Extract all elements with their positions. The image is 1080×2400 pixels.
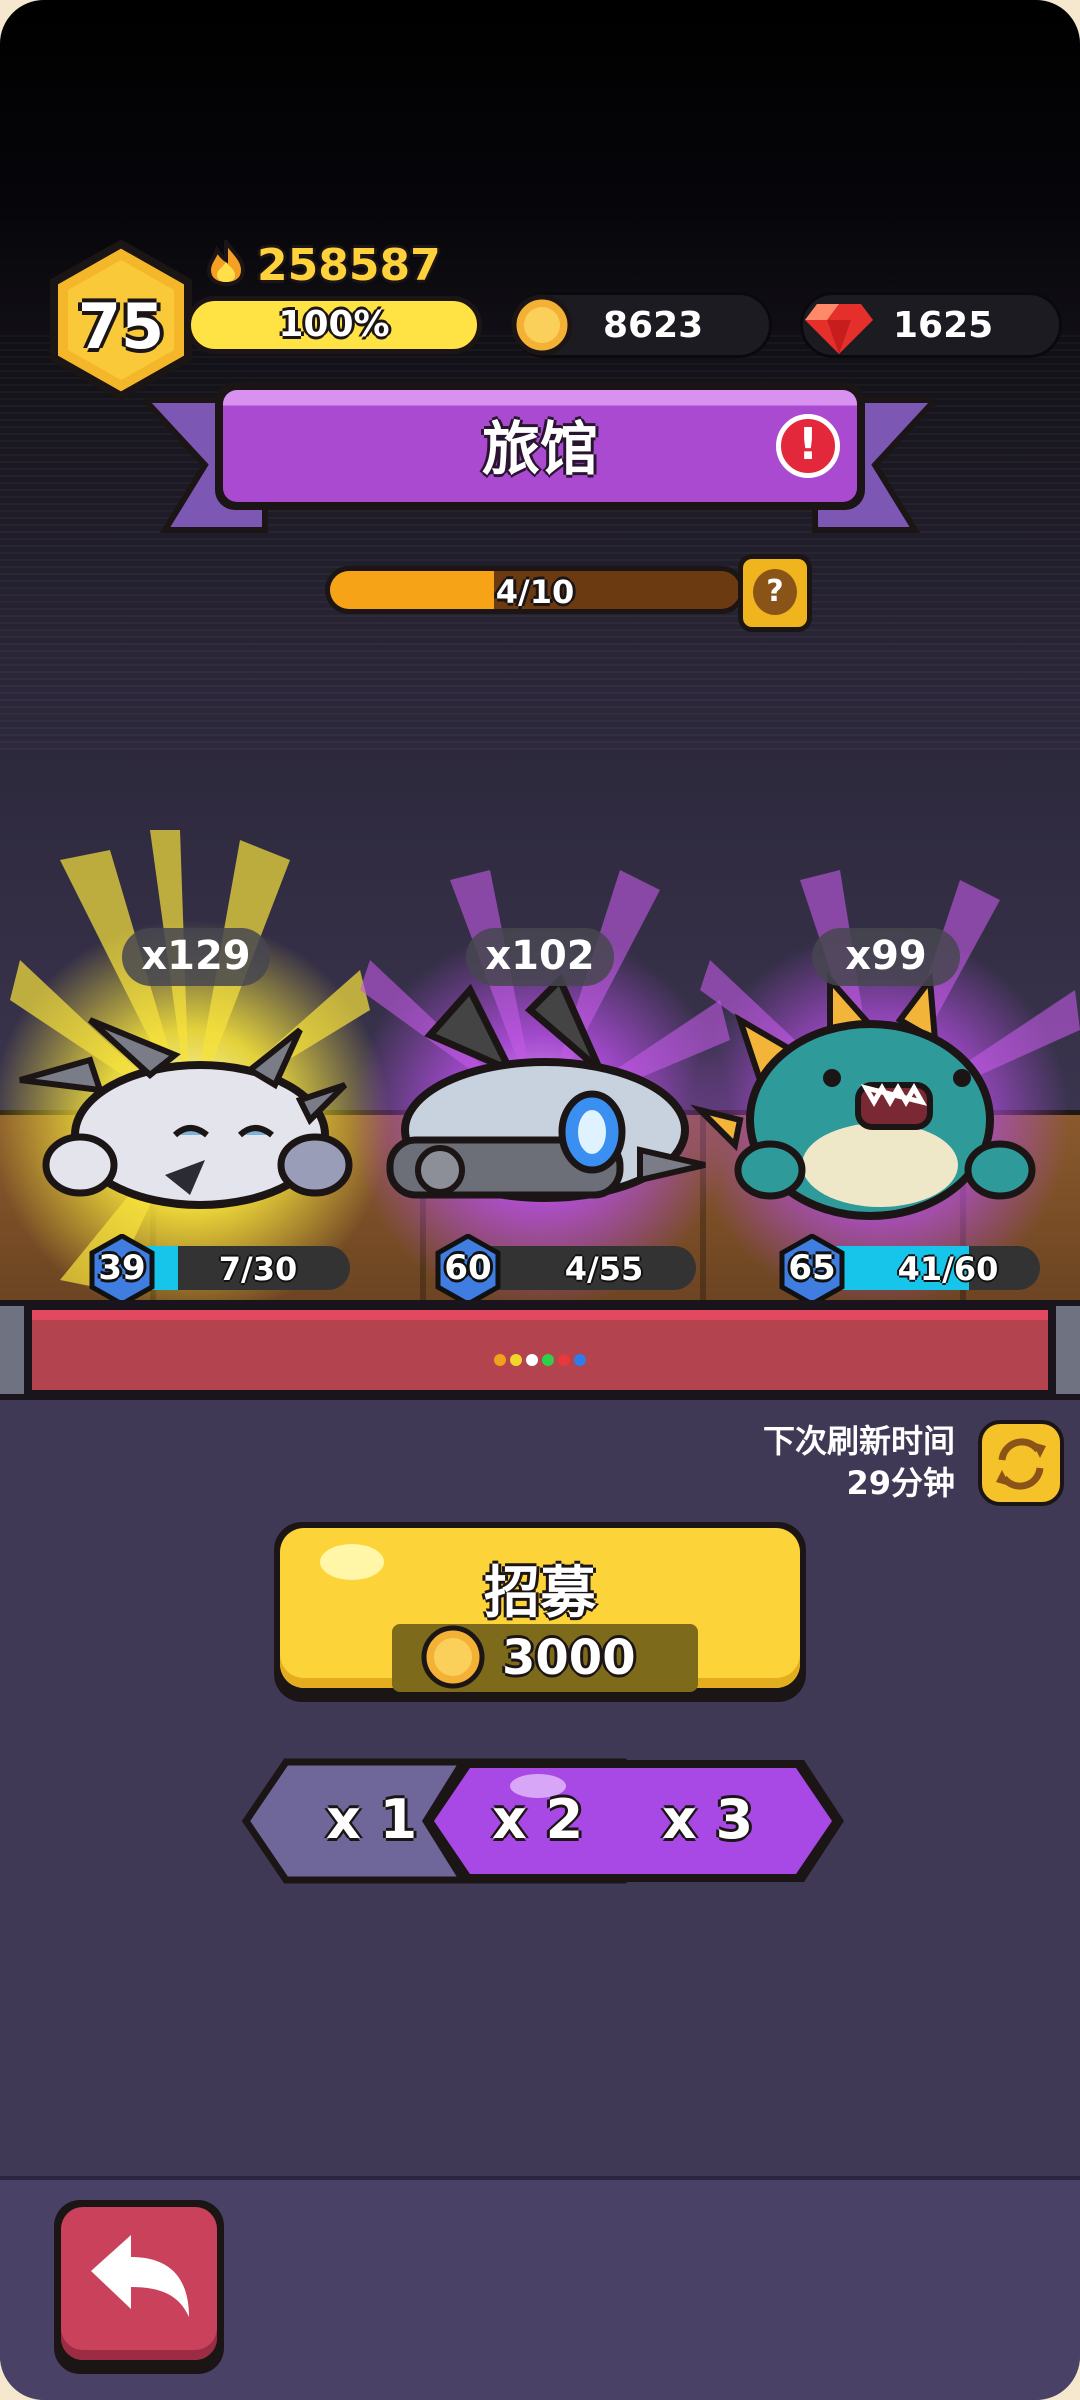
flame-icon: [206, 240, 246, 286]
refresh-label: 下次刷新时间: [762, 1422, 955, 1460]
hero-3-progress: 41/60: [897, 1250, 999, 1288]
game-screen: x129 x102 x99 7/30 39 4/55 60 41/60 65 7…: [0, 0, 1080, 2400]
refresh-icon: [996, 1438, 1046, 1490]
hero-1-level: 39: [98, 1248, 146, 1288]
coin-icon: [421, 1625, 485, 1689]
recruit-cost-value: 3000: [502, 1630, 636, 1686]
page-title: 旅馆: [481, 415, 598, 483]
gem-counter[interactable]: 1625: [800, 292, 1062, 358]
inn-progress-bar: 4/10: [325, 566, 745, 614]
gold-counter[interactable]: 8623: [511, 292, 772, 358]
coin-icon: [511, 294, 573, 356]
hero-3-level-chip: 41/60 65: [776, 1234, 1046, 1306]
refresh-button[interactable]: [978, 1420, 1064, 1506]
stage-counter: [0, 1300, 1080, 1400]
hero-1-progress: 7/30: [218, 1250, 298, 1288]
hero-2-level: 60: [444, 1248, 492, 1288]
hero-3-count: x99: [812, 928, 960, 986]
recruit-cost: 3000: [392, 1624, 698, 1692]
hero-3-level: 65: [788, 1248, 836, 1288]
refresh-time: 29分钟: [846, 1464, 955, 1502]
hero-2-progress: 4/55: [564, 1250, 644, 1288]
hero-1-count: x129: [122, 928, 270, 986]
xp-percent: 100%: [278, 304, 390, 345]
hero-2-level-chip: 4/55 60: [432, 1234, 702, 1306]
help-button[interactable]: ?: [738, 554, 812, 632]
power-value: 258587: [257, 240, 441, 291]
recruit-button[interactable]: 招募 3000: [274, 1522, 806, 1702]
xp-bar: 100%: [186, 296, 482, 354]
multiplier-x1[interactable]: x 1: [326, 1788, 417, 1851]
recruit-label: 招募: [484, 1561, 596, 1626]
gem-icon: [805, 304, 873, 354]
multiplier-x2[interactable]: x 2: [492, 1788, 583, 1851]
back-button[interactable]: [54, 2200, 224, 2374]
hero-2-count: x102: [466, 928, 614, 986]
alert-icon[interactable]: !: [776, 414, 840, 478]
help-icon: ?: [753, 569, 797, 615]
multiplier-x3[interactable]: x 3: [662, 1788, 753, 1851]
creature-stage: [0, 830, 1080, 1300]
gold-value: 8623: [603, 305, 704, 346]
refresh-timer: 下次刷新时间 29分钟: [763, 1420, 955, 1504]
inn-progress-label: 4/10: [495, 573, 575, 611]
page-indicator: [32, 1354, 1048, 1366]
player-level: 75: [77, 290, 165, 363]
back-arrow-icon: [91, 2235, 189, 2317]
gem-value: 1625: [893, 305, 994, 346]
hero-1-level-chip: 7/30 39: [86, 1234, 356, 1306]
